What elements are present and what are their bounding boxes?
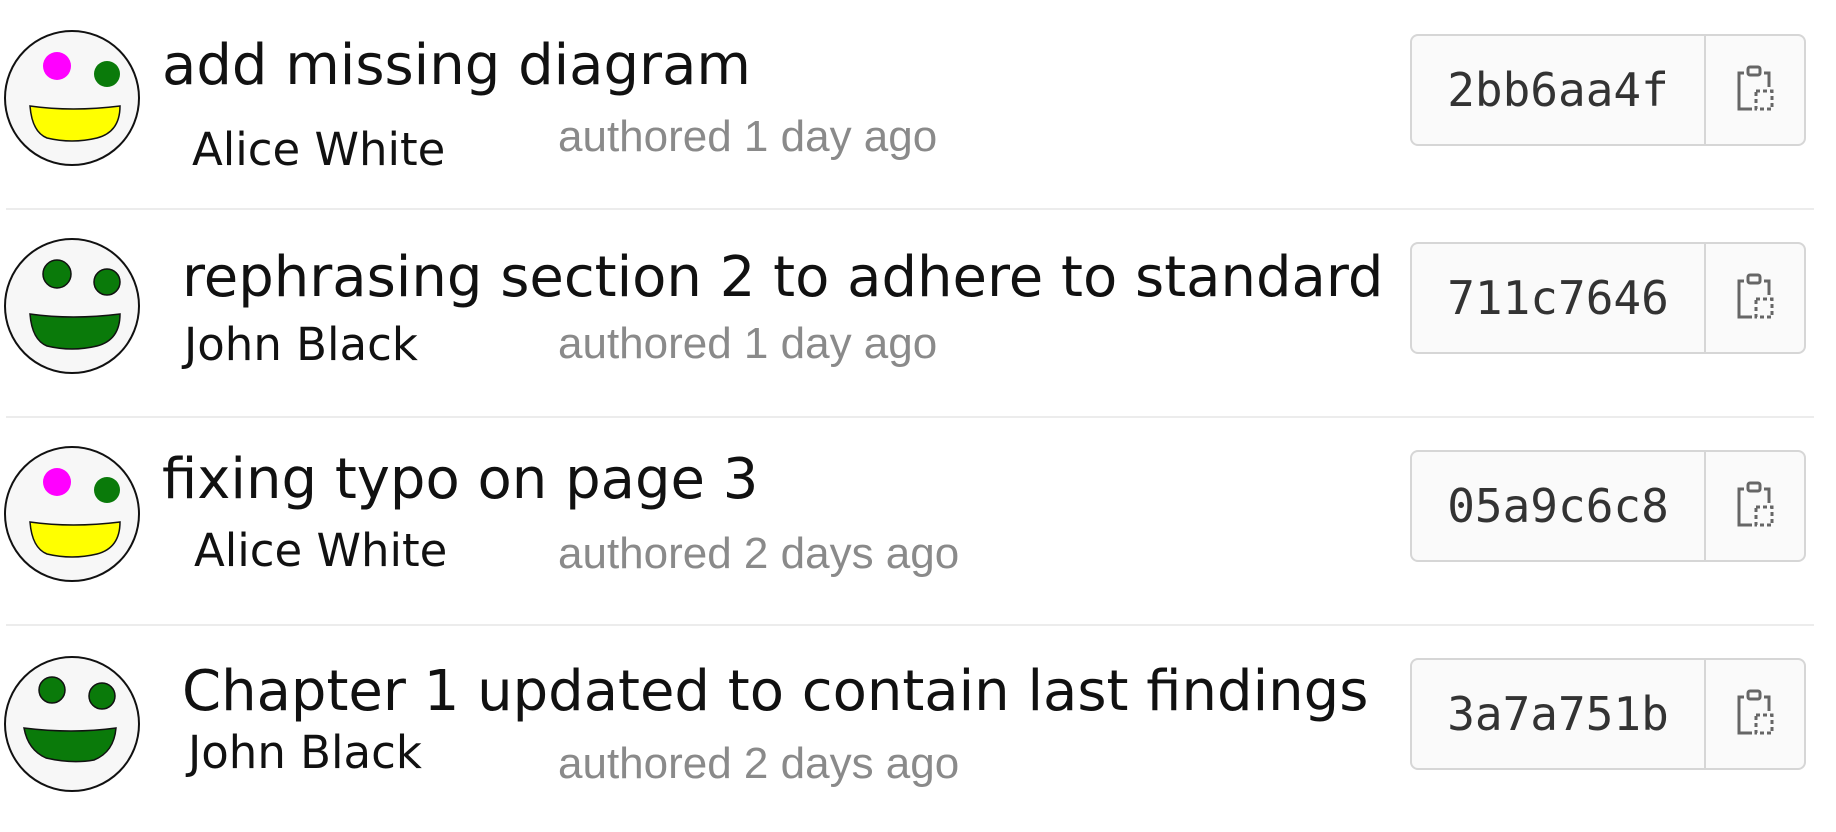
clipboard-icon bbox=[1737, 273, 1774, 319]
commit-row: Chapter 1 updated to contain last findin… bbox=[0, 624, 1836, 832]
avatar-eye-left bbox=[43, 52, 71, 80]
avatar-eye-left bbox=[43, 468, 71, 496]
avatar bbox=[4, 656, 140, 792]
clipboard-icon bbox=[1737, 65, 1774, 111]
avatar-eye-left bbox=[42, 259, 72, 289]
commit-title[interactable]: Chapter 1 updated to contain last findin… bbox=[182, 664, 1368, 720]
commit-sha[interactable]: 05a9c6c8 bbox=[1412, 452, 1706, 560]
commit-sha[interactable]: 3a7a751b bbox=[1412, 660, 1706, 768]
avatar-eye-right bbox=[94, 477, 120, 503]
commit-sha[interactable]: 2bb6aa4f bbox=[1412, 36, 1706, 144]
commit-title[interactable]: add missing diagram bbox=[162, 38, 751, 94]
commit-meta: authored 2 days ago bbox=[558, 529, 960, 578]
clipboard-icon bbox=[1737, 689, 1774, 735]
commit-author[interactable]: Alice White bbox=[192, 127, 445, 172]
avatar bbox=[4, 30, 140, 166]
commit-author[interactable]: Alice White bbox=[194, 528, 447, 573]
commit-sha[interactable]: 711c7646 bbox=[1412, 244, 1706, 352]
commit-author[interactable]: John Black bbox=[188, 730, 422, 775]
commit-row: add missing diagram Alice White authored… bbox=[0, 0, 1836, 210]
commit-row: rephrasing section 2 to adhere to standa… bbox=[0, 208, 1836, 418]
sha-button-group: 2bb6aa4f bbox=[1410, 34, 1806, 146]
copy-sha-button[interactable] bbox=[1706, 244, 1804, 352]
commit-title[interactable]: fixing typo on page 3 bbox=[162, 452, 758, 508]
sha-button-group: 3a7a751b bbox=[1410, 658, 1806, 770]
commit-meta: authored 1 day ago bbox=[558, 112, 938, 161]
clipboard-icon bbox=[1737, 481, 1774, 527]
avatar-eye-right bbox=[94, 61, 120, 87]
commit-author[interactable]: John Black bbox=[184, 322, 418, 367]
copy-sha-button[interactable] bbox=[1706, 36, 1804, 144]
avatar bbox=[4, 446, 140, 582]
copy-sha-button[interactable] bbox=[1706, 452, 1804, 560]
commit-row: fixing typo on page 3 Alice White author… bbox=[0, 416, 1836, 626]
avatar-eye-right bbox=[88, 682, 116, 710]
avatar-eye-right bbox=[93, 268, 121, 296]
commit-title[interactable]: rephrasing section 2 to adhere to standa… bbox=[182, 250, 1383, 306]
commit-meta: authored 2 days ago bbox=[558, 739, 960, 788]
sha-button-group: 711c7646 bbox=[1410, 242, 1806, 354]
avatar bbox=[4, 238, 140, 374]
copy-sha-button[interactable] bbox=[1706, 660, 1804, 768]
avatar-eye-left bbox=[38, 676, 66, 704]
commit-meta: authored 1 day ago bbox=[558, 319, 938, 368]
sha-button-group: 05a9c6c8 bbox=[1410, 450, 1806, 562]
